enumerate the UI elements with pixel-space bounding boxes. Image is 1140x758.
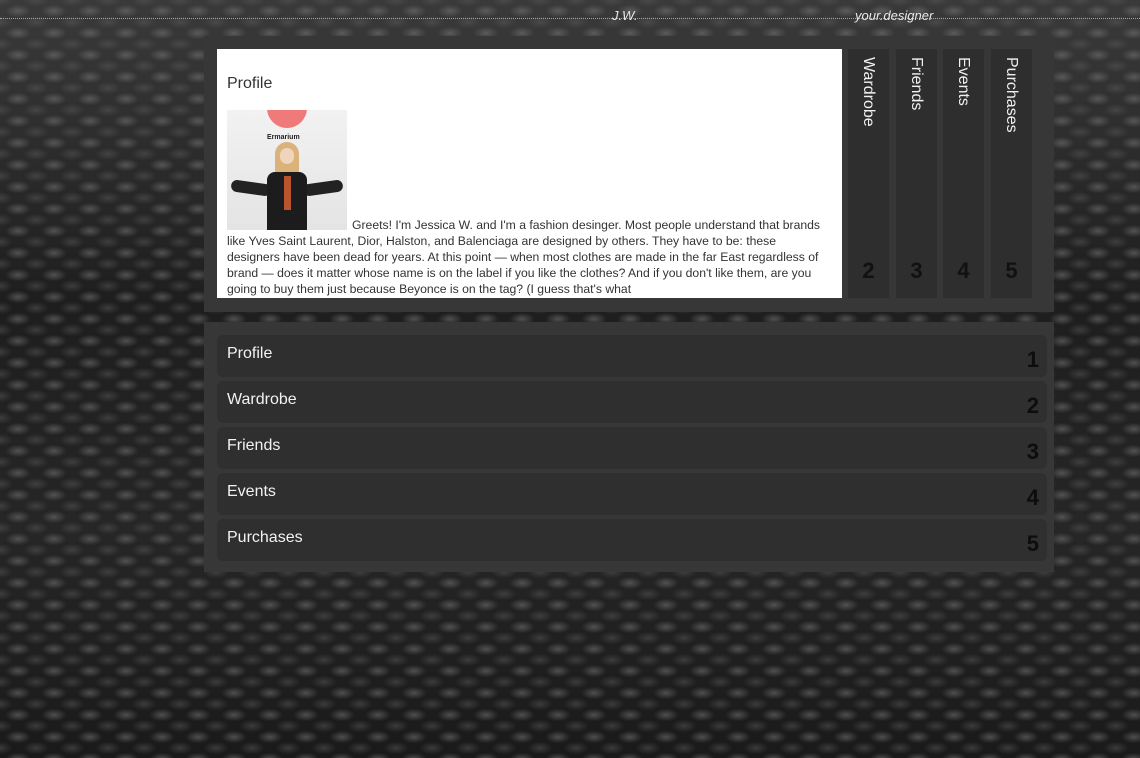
vertical-tab-friends[interactable]: Friends 3	[896, 49, 937, 298]
vertical-tab-label: Purchases	[1003, 57, 1020, 133]
menu-item-wardrobe[interactable]: Wardrobe 2	[217, 381, 1047, 423]
vertical-tab-number: 3	[910, 258, 923, 283]
profile-bio: Greets! I'm Jessica W. and I'm a fashion…	[227, 218, 821, 296]
vertical-tab-number: 5	[1005, 258, 1018, 283]
balloon-shape	[267, 110, 307, 128]
photo-arm-right	[302, 179, 344, 197]
vertical-tab-wardrobe[interactable]: Wardrobe 2	[848, 49, 889, 298]
profile-title: Profile	[227, 75, 273, 92]
photo-arm-left	[230, 179, 272, 197]
profile-photo: Ermarium	[227, 110, 347, 230]
header-dotted-line	[0, 18, 1140, 19]
vertical-tab-label: Events	[955, 57, 972, 106]
vertical-tab-purchases[interactable]: Purchases 5	[991, 49, 1032, 298]
menu-item-label: Purchases	[227, 529, 303, 546]
menu-item-purchases[interactable]: Purchases 5	[217, 519, 1047, 561]
header-initials: J.W.	[612, 8, 638, 23]
menu-item-label: Profile	[227, 345, 273, 362]
menu-item-events[interactable]: Events 4	[217, 473, 1047, 515]
photo-tie	[284, 176, 291, 210]
menu-item-label: Events	[227, 483, 276, 500]
vertical-tab-number: 2	[862, 258, 875, 283]
vertical-tab-events[interactable]: Events 4	[943, 49, 984, 298]
menu-item-label: Friends	[227, 437, 281, 454]
vertical-tab-label: Friends	[908, 57, 925, 111]
menu-item-number: 3	[1026, 439, 1039, 464]
header-tagline: your.designer	[855, 8, 934, 23]
vertical-tab-label: Wardrobe	[860, 57, 877, 127]
menu-item-number: 2	[1026, 393, 1039, 418]
menu-item-number: 4	[1026, 485, 1039, 510]
menu-item-label: Wardrobe	[227, 391, 297, 408]
photo-brand-label: Ermarium	[267, 134, 300, 141]
menu-item-profile[interactable]: Profile 1	[217, 335, 1047, 377]
profile-content: Profile Ermarium Greets! I'm Jessica W. …	[217, 49, 842, 298]
vertical-tab-number: 4	[957, 258, 970, 283]
photo-face	[280, 148, 294, 164]
menu-item-number: 1	[1026, 347, 1039, 372]
menu-item-friends[interactable]: Friends 3	[217, 427, 1047, 469]
menu-item-number: 5	[1026, 531, 1039, 556]
